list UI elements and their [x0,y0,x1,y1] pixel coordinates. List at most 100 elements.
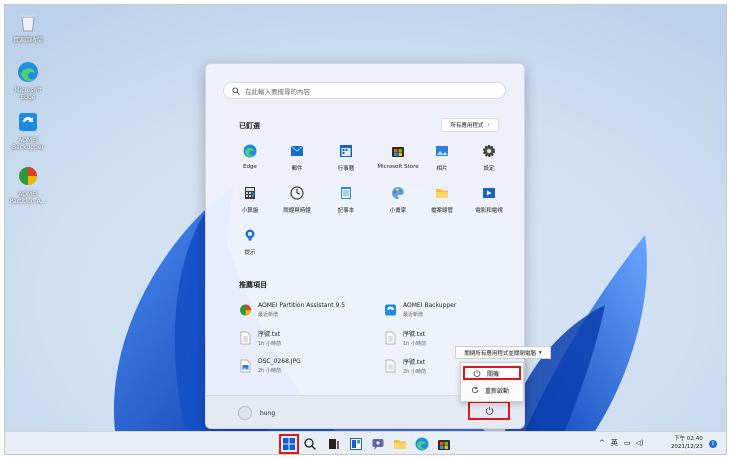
restart-menu-item[interactable]: 重新啟動 [463,383,521,397]
input-language[interactable]: 英 [611,438,618,448]
recommended-title: 推薦項目 [239,281,267,289]
desktop-icon-label: 資源回收筒 [12,37,43,44]
pinned-app-calculator[interactable]: 小算盤 [229,186,271,214]
restart-icon [472,386,479,394]
recommended-sub: 2h 小時前 [403,369,426,375]
edge-icon [18,62,38,82]
taskbar: ^ 英 ▭ ◁) 下午 02:40 2021/12/23 1 [5,431,726,454]
volume-icon[interactable]: ◁) [636,439,644,447]
recommended-name: 序號.txt [403,359,426,366]
pinned-app-tips[interactable]: 提示 [229,228,271,256]
clock-icon [290,186,304,200]
recycle-bin-icon [21,15,35,32]
search-placeholder: 在此輸入要搜尋的內容 [245,87,310,96]
pinned-app-clock[interactable]: 鬧鐘與時鐘 [276,186,318,214]
restart-label: 重新啟動 [485,387,510,395]
recommended-item[interactable]: AOMEI Partition Assistant 9.5 最近新增 [239,300,345,320]
app-label: 檔案總管 [430,208,453,214]
text-file-icon [385,331,396,345]
user-account-button[interactable]: hung [238,406,275,420]
pinned-app-edge[interactable]: Edge [229,144,271,170]
file-explorer-icon [436,189,448,198]
text-file-icon [240,331,251,345]
chevron-right-icon: › [487,122,490,128]
aomei-partition-icon [19,167,37,185]
chevron-up-icon[interactable]: ^ [599,439,605,447]
app-label: 鬧鐘與時鐘 [283,208,311,214]
clock-date: 2021/12/23 [671,444,703,450]
user-name: hung [260,409,276,417]
desktop-icon-aomei-partition[interactable]: AOMEI Partition A... [8,165,48,205]
desktop-icon-label: AOMEI Partition A... [9,191,47,205]
edge-icon [243,144,257,158]
store-icon [392,147,404,157]
app-label: 郵件 [291,166,303,172]
clock[interactable]: 下午 02:40 2021/12/23 [671,435,703,451]
image-file-icon [240,359,251,373]
pinned-app-mail[interactable]: 郵件 [276,144,318,172]
desktop-icon-edge[interactable]: Microsoft Edge [8,61,48,101]
recommended-item[interactable]: 序號.txt 1h 小時前 [239,328,281,348]
file-explorer-icon[interactable] [393,437,407,451]
store-icon[interactable] [437,437,451,451]
recommended-item[interactable]: 序號.txt 1h 小時前 [384,328,426,348]
recommended-item[interactable]: AOMEI Backupper 最近新增 [384,300,456,320]
search-icon [232,86,240,95]
app-label: 記事本 [337,208,355,214]
aomei-backupper-icon [385,304,396,316]
edge-icon[interactable] [415,437,429,451]
shutdown-menu-item[interactable]: 關機 [463,366,521,380]
pinned-app-paint[interactable]: 小畫家 [372,186,424,214]
shutdown-label: 關機 [487,370,500,378]
tips-icon [245,229,255,241]
app-label: 電影和電視 [475,208,503,214]
chat-icon[interactable] [371,437,385,451]
search-icon[interactable] [303,437,317,451]
desktop-icon-aomei-backupper[interactable]: AOMEI Backupper [8,111,48,151]
recommended-sub: 1h 小時前 [258,341,281,347]
movies-icon [483,188,495,198]
all-apps-label: 所有應用程式 [450,123,484,129]
recommended-sub: 最近新增 [403,312,424,318]
settings-icon [483,145,495,157]
search-input[interactable]: 在此輸入要搜尋的內容 [223,82,506,99]
aomei-backupper-icon [19,113,37,131]
recommended-name: 序號.txt [258,331,281,338]
recommended-name: DSC_0268.JPG [258,358,301,365]
app-label: Microsoft Store [377,164,419,170]
start-button[interactable] [279,434,299,454]
desktop-icon-recycle-bin[interactable]: 資源回收筒 [8,11,48,44]
desktop-window: 資源回收筒 Microsoft Edge AOMEI Backupper AOM… [4,4,727,455]
pinned-app-photos[interactable]: 相片 [421,144,463,172]
power-menu: 關機 重新啟動 [460,362,524,402]
app-label: 小畫家 [389,208,407,214]
paint-icon [392,186,404,199]
widgets-icon[interactable] [349,437,363,451]
notepad-icon [341,187,351,199]
system-tray: ^ 英 ▭ ◁) [599,438,644,448]
pinned-app-calendar[interactable]: 行事曆 [325,144,367,172]
power-tooltip-text: 關閉所有應用程式並關閉電腦 [464,350,536,357]
desktop-icon-label: Microsoft Edge [14,87,42,101]
app-label: Edge [243,164,257,170]
power-icon [485,406,493,415]
recommended-item[interactable]: DSC_0268.JPG 2h 小時前 [239,356,301,376]
app-label: 提示 [244,250,256,256]
pinned-app-movies[interactable]: 電影和電視 [468,186,510,214]
recommended-sub: 1h 小時前 [403,341,426,347]
pinned-app-file-explorer[interactable]: 檔案總管 [421,186,463,214]
task-view-icon[interactable] [327,437,341,451]
network-icon[interactable]: ▭ [624,439,631,447]
pinned-app-settings[interactable]: 設定 [468,144,510,172]
windows-logo-icon [283,438,295,450]
notification-badge[interactable]: 1 [709,440,717,448]
power-button[interactable] [468,401,510,420]
recommended-name: AOMEI Backupper [403,302,457,309]
all-apps-button[interactable]: 所有應用程式 › [441,118,499,132]
recommended-sub: 2h 小時前 [258,368,281,374]
pinned-app-store[interactable]: Microsoft Store [372,144,424,170]
avatar [238,406,252,420]
pinned-app-notepad[interactable]: 記事本 [325,186,367,214]
recommended-item[interactable]: 序號.txt 2h 小時前 [384,356,426,376]
desktop-icon-label: AOMEI Backupper [12,137,44,151]
